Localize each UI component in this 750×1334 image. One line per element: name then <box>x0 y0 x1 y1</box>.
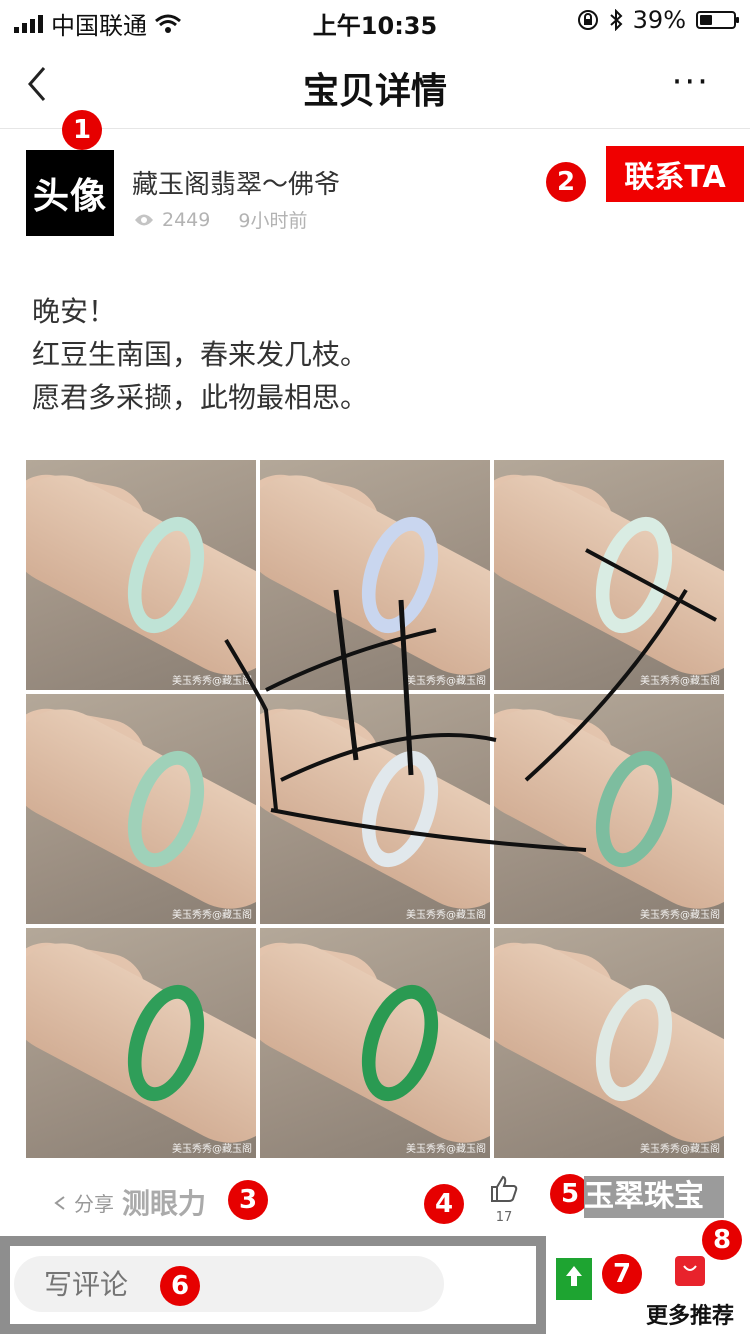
photo-watermark: 美玉秀秀@藏玉阁 <box>172 910 252 921</box>
photo-5[interactable]: 美玉秀秀@藏玉阁 <box>260 694 490 924</box>
photo-watermark: 美玉秀秀@藏玉阁 <box>640 676 720 687</box>
post-line: 愿君多采撷，此物最相思。 <box>32 381 369 414</box>
more-recommend-button[interactable]: 更多推荐 <box>640 1256 740 1330</box>
photo-2[interactable]: 美玉秀秀@藏玉阁 <box>260 460 490 690</box>
author-name[interactable]: 藏玉阁翡翠～佛爷 <box>132 164 340 201</box>
avatar[interactable]: 头像 <box>26 150 114 236</box>
photo-watermark: 美玉秀秀@藏玉阁 <box>406 910 486 921</box>
jade-category-tag[interactable]: 玉翠珠宝 <box>584 1176 724 1218</box>
photo-8[interactable]: 美玉秀秀@藏玉阁 <box>260 928 490 1158</box>
annotation-marker-2: 2 <box>546 162 586 202</box>
share-icon <box>54 1195 65 1210</box>
share-link[interactable]: 分享 <box>52 1188 114 1217</box>
post-line: 红豆生南国，春来发几枝。 <box>32 338 369 371</box>
annotation-marker-7: 7 <box>602 1254 642 1294</box>
photo-3[interactable]: 美玉秀秀@藏玉阁 <box>494 460 724 690</box>
comment-inner <box>10 1246 536 1324</box>
share-label: 分享 <box>74 1192 114 1216</box>
photo-4[interactable]: 美玉秀秀@藏玉阁 <box>26 694 256 924</box>
photo-watermark: 美玉秀秀@藏玉阁 <box>172 1144 252 1155</box>
photo-grid: 美玉秀秀@藏玉阁 美玉秀秀@藏玉阁 美玉秀秀@藏玉阁 美玉秀秀@藏玉阁 美玉秀秀… <box>26 460 724 1158</box>
post-line: 晚安！ <box>32 295 117 328</box>
photo-1[interactable]: 美玉秀秀@藏玉阁 <box>26 460 256 690</box>
annotation-marker-6: 6 <box>160 1266 200 1306</box>
eye-icon <box>135 214 153 225</box>
photo-watermark: 美玉秀秀@藏玉阁 <box>172 676 252 687</box>
more-recommend-label: 更多推荐 <box>645 1304 734 1329</box>
bluetooth-icon <box>609 9 623 31</box>
status-bar: 中国联通 上午10:35 39% <box>0 0 750 40</box>
nav-bar: 宝贝详情 ··· <box>0 40 750 129</box>
more-menu-icon[interactable]: ··· <box>672 62 710 102</box>
annotation-marker-4: 4 <box>424 1184 464 1224</box>
upload-arrow-icon <box>566 1266 582 1286</box>
like-button[interactable]: 17 <box>486 1174 522 1225</box>
battery-percent: 39% <box>632 6 686 34</box>
photo-watermark: 美玉秀秀@藏玉阁 <box>406 1144 486 1155</box>
shopping-bag-icon <box>675 1256 705 1286</box>
view-count: 2449 <box>162 208 211 231</box>
post-time: 9小时前 <box>238 210 308 232</box>
annotation-marker-1: 1 <box>62 110 102 150</box>
orientation-lock-icon <box>577 10 598 30</box>
thumbs-up-icon <box>491 1175 518 1202</box>
annotation-marker-3: 3 <box>228 1180 268 1220</box>
post-meta: 2449 9小时前 <box>134 206 307 233</box>
comment-container <box>0 1236 546 1334</box>
comment-input[interactable] <box>14 1256 444 1312</box>
battery-icon <box>696 11 739 29</box>
photo-7[interactable]: 美玉秀秀@藏玉阁 <box>26 928 256 1158</box>
photo-watermark: 美玉秀秀@藏玉阁 <box>640 1144 720 1155</box>
status-right: 39% <box>577 6 739 34</box>
like-count: 17 <box>495 1210 513 1225</box>
photo-watermark: 美玉秀秀@藏玉阁 <box>640 910 720 921</box>
post-text: 晚安！ 红豆生南国，春来发几枝。 愿君多采撷，此物最相思。 <box>32 290 368 419</box>
bottom-bar: 6 7 更多推荐 <box>0 1236 750 1334</box>
contact-button[interactable]: 联系TA <box>606 146 744 202</box>
annotation-marker-8: 8 <box>702 1220 742 1260</box>
share-export-button[interactable] <box>556 1258 592 1300</box>
photo-9[interactable]: 美玉秀秀@藏玉阁 <box>494 928 724 1158</box>
photo-6[interactable]: 美玉秀秀@藏玉阁 <box>494 694 724 924</box>
page-title: 宝贝详情 <box>302 71 447 112</box>
photo-watermark: 美玉秀秀@藏玉阁 <box>406 676 486 687</box>
eye-test-label[interactable]: 测眼力 <box>122 1182 206 1222</box>
